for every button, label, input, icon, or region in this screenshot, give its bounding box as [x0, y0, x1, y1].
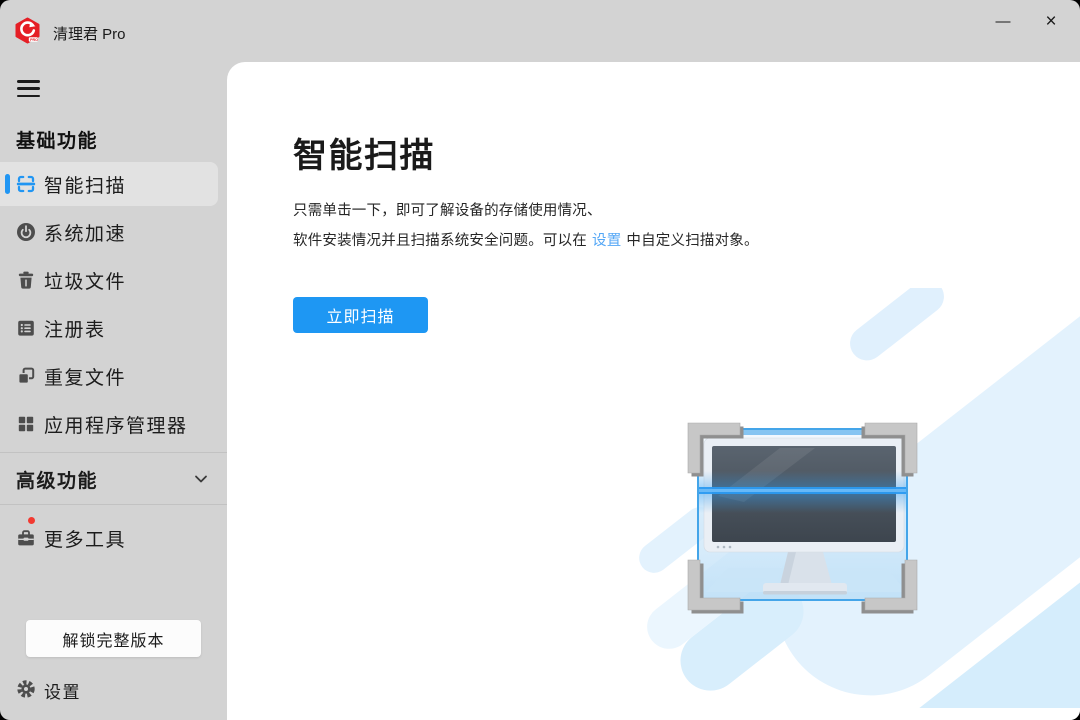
sidebar-item-label: 智能扫描	[44, 171, 126, 198]
registry-list-icon	[16, 318, 36, 338]
sidebar-item-label: 更多工具	[44, 525, 126, 552]
sidebar-item-settings[interactable]: 设置	[0, 668, 218, 710]
sidebar-divider	[0, 452, 227, 453]
close-icon: ×	[1045, 12, 1056, 31]
description-line2-pre: 软件安装情况并且扫描系统安全问题。可以在	[293, 233, 587, 249]
description-line2: 软件安装情况并且扫描系统安全问题。可以在设置中自定义扫描对象。	[293, 226, 759, 256]
menu-toggle-button[interactable]	[17, 80, 40, 97]
settings-link[interactable]: 设置	[592, 233, 621, 249]
section-advanced-toggle[interactable]: 高级功能	[0, 456, 218, 500]
app-title: 清理君 Pro	[53, 23, 126, 44]
app-logo-icon: PRO	[14, 17, 41, 44]
scan-line	[699, 471, 906, 513]
sidebar-item-label: 设置	[44, 678, 81, 703]
trash-icon	[16, 270, 36, 290]
scan-now-button[interactable]: 立即扫描	[293, 297, 428, 333]
sidebar-divider	[0, 504, 227, 505]
notification-badge	[27, 516, 36, 525]
description-line2-post: 中自定义扫描对象。	[626, 233, 758, 249]
unlock-full-version-button[interactable]: 解锁完整版本	[26, 620, 201, 657]
main-content: 智能扫描 只需单击一下，即可了解设备的存储使用情况、 软件安装情况并且扫描系统安…	[227, 62, 1080, 720]
minimize-icon: —	[996, 14, 1011, 29]
section-header-basic: 基础功能	[16, 126, 98, 153]
sidebar-item-label: 注册表	[44, 315, 106, 342]
description-line1: 只需单击一下，即可了解设备的存储使用情况、	[293, 196, 759, 226]
app-window: PRO 清理君 Pro — × 基础功能 智能扫描 系统加速	[0, 0, 1080, 720]
sidebar-item-smart-scan[interactable]: 智能扫描	[0, 162, 218, 206]
sidebar-item-registry[interactable]: 注册表	[0, 306, 218, 350]
sidebar-item-system-boost[interactable]: 系统加速	[0, 210, 218, 254]
sidebar-item-label: 应用程序管理器	[44, 411, 188, 438]
active-indicator	[5, 174, 10, 194]
hamburger-icon	[17, 80, 40, 83]
logo-pro-badge: PRO	[30, 38, 38, 42]
sidebar-item-label: 重复文件	[44, 363, 126, 390]
sidebar-item-label: 垃圾文件	[44, 267, 126, 294]
close-button[interactable]: ×	[1032, 5, 1070, 38]
section-header-advanced: 高级功能	[16, 466, 98, 493]
toolbox-icon	[16, 528, 36, 548]
description: 只需单击一下，即可了解设备的存储使用情况、 软件安装情况并且扫描系统安全问题。可…	[293, 196, 759, 256]
chevron-down-icon	[192, 470, 210, 488]
sidebar-item-junk-files[interactable]: 垃圾文件	[0, 258, 218, 302]
duplicate-files-icon	[16, 366, 36, 386]
scan-icon	[16, 174, 36, 194]
sidebar-item-duplicate-files[interactable]: 重复文件	[0, 354, 218, 398]
page-title: 智能扫描	[293, 128, 435, 177]
gear-icon	[16, 679, 36, 699]
app-grid-icon	[16, 414, 36, 434]
sidebar-item-app-manager[interactable]: 应用程序管理器	[0, 402, 218, 446]
power-icon	[16, 222, 36, 242]
sidebar-item-label: 系统加速	[44, 219, 126, 246]
minimize-button[interactable]: —	[984, 5, 1022, 38]
scan-illustration	[620, 288, 1080, 708]
